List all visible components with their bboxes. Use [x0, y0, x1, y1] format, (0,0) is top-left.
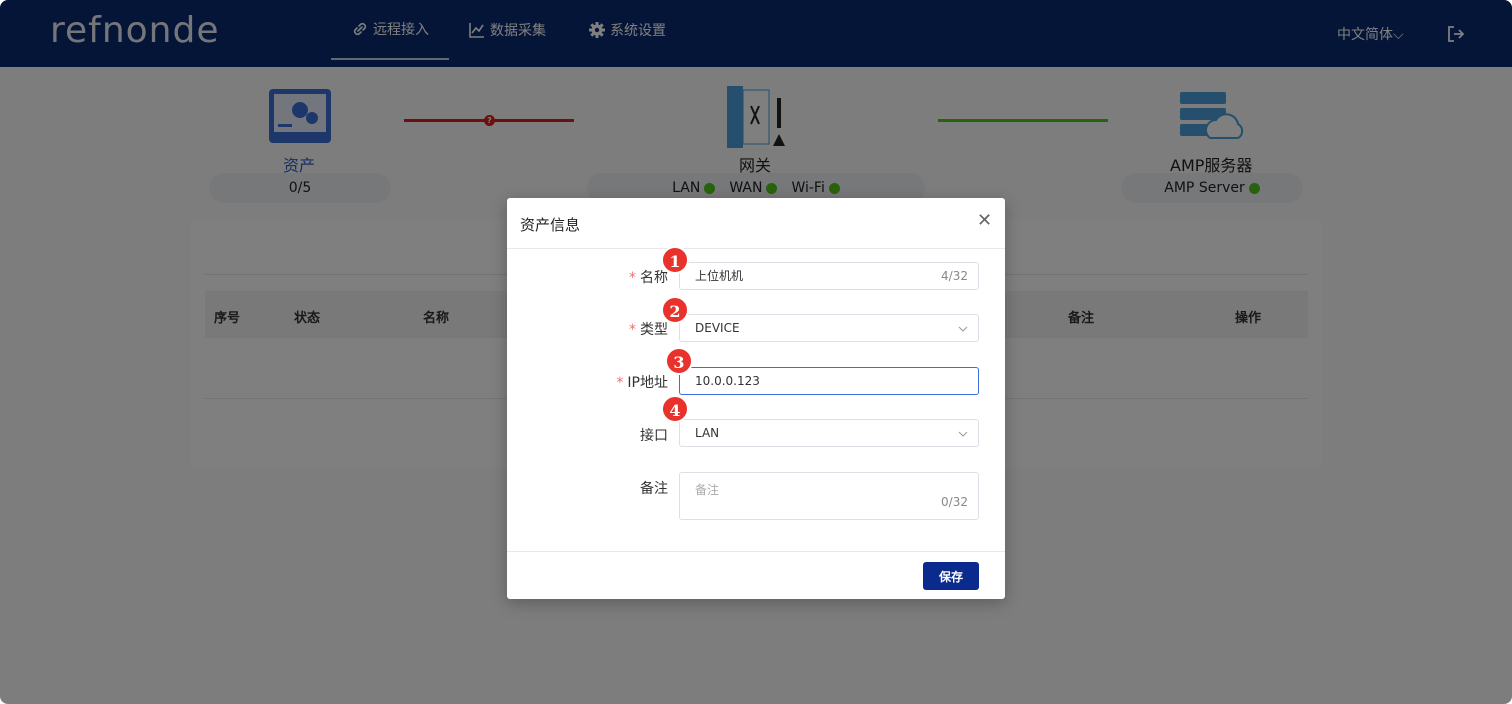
remark-textarea[interactable]: 备注 0/32 [679, 472, 979, 520]
save-button[interactable]: 保存 [923, 562, 979, 590]
ip-label: * IP地址 [616, 375, 668, 391]
interface-select[interactable]: LAN [679, 419, 979, 447]
remark-char-counter: 0/32 [941, 495, 968, 509]
step-marker-2: 2 [661, 296, 689, 324]
name-input[interactable]: 上位机机 4/32 [679, 262, 979, 290]
asset-info-dialog: 资产信息 ✕ * 名称 上位机机 4/32 1 * 类型 DEVICE 2 * IP地… [507, 198, 1005, 599]
close-icon[interactable]: ✕ [977, 212, 992, 230]
name-label: * 名称 [629, 270, 668, 286]
interface-label: 接口 [640, 428, 668, 444]
chevron-down-icon [958, 431, 968, 437]
divider [507, 248, 1005, 249]
type-value: DEVICE [695, 321, 740, 335]
name-char-counter: 4/32 [941, 269, 968, 283]
ip-address-input[interactable]: 10.0.0.123 [679, 367, 979, 395]
type-label: * 类型 [629, 322, 668, 338]
step-marker-1: 1 [661, 246, 689, 274]
remark-label: 备注 [640, 481, 668, 497]
dialog-title: 资产信息 [520, 216, 581, 234]
type-select[interactable]: DEVICE [679, 314, 979, 342]
name-value: 上位机机 [695, 269, 744, 283]
step-marker-3: 3 [665, 347, 693, 375]
chevron-down-icon [958, 326, 968, 332]
remark-placeholder: 备注 [695, 483, 720, 497]
step-marker-4: 4 [661, 395, 689, 423]
ip-value: 10.0.0.123 [695, 374, 760, 388]
interface-value: LAN [695, 426, 720, 440]
divider [507, 551, 1005, 552]
